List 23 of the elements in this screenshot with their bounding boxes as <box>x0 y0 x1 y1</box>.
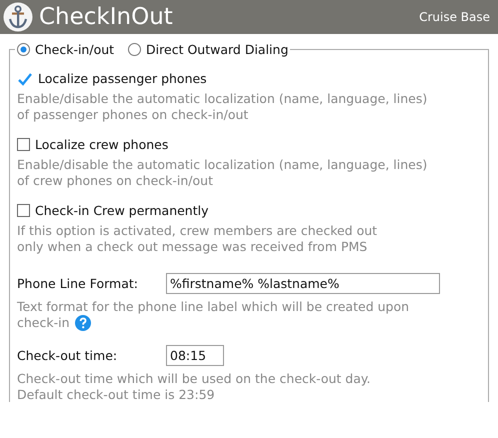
help-icon[interactable] <box>74 315 91 331</box>
app-subtitle: Cruise Base <box>419 10 490 24</box>
mode-radio[interactable]: Check-in/out <box>17 42 114 57</box>
field-label: Phone Line Format: <box>17 276 139 291</box>
option-description: Default check-out time is 23:59 <box>17 387 215 403</box>
option-description: of crew phones on check-in/out <box>17 173 213 189</box>
option-description: If this option is activated, crew members are checked out <box>17 223 378 239</box>
option-description: Text format for the phone line label which will be created upon <box>17 299 410 315</box>
input-field[interactable]: 08:15 <box>166 345 224 366</box>
anchor-logo-icon <box>3 2 33 32</box>
checkbox[interactable]: Check-in Crew permanently <box>17 203 208 218</box>
field-label: Check-out time: <box>17 348 118 363</box>
input-field[interactable]: %firstname% %lastname% <box>166 273 440 294</box>
option-description: check-in <box>17 315 70 331</box>
option-description: Enable/disable the automatic localization (name, language, lines) <box>17 157 428 173</box>
checkbox[interactable]: Localize crew phones <box>17 137 168 152</box>
checkbox[interactable]: Localize passenger phones <box>17 71 207 86</box>
option-description: Enable/disable the automatic localization (name, language, lines) <box>17 91 428 107</box>
option-description: Check-out time which will be used on the check-out day. <box>17 371 370 387</box>
option-description: of passenger phones on check-in/out <box>17 107 248 123</box>
mode-radio[interactable]: Direct Outward Dialing <box>128 42 288 57</box>
option-description: only when a check out message was received from PMS <box>17 239 368 255</box>
app-title: CheckInOut <box>39 4 174 30</box>
